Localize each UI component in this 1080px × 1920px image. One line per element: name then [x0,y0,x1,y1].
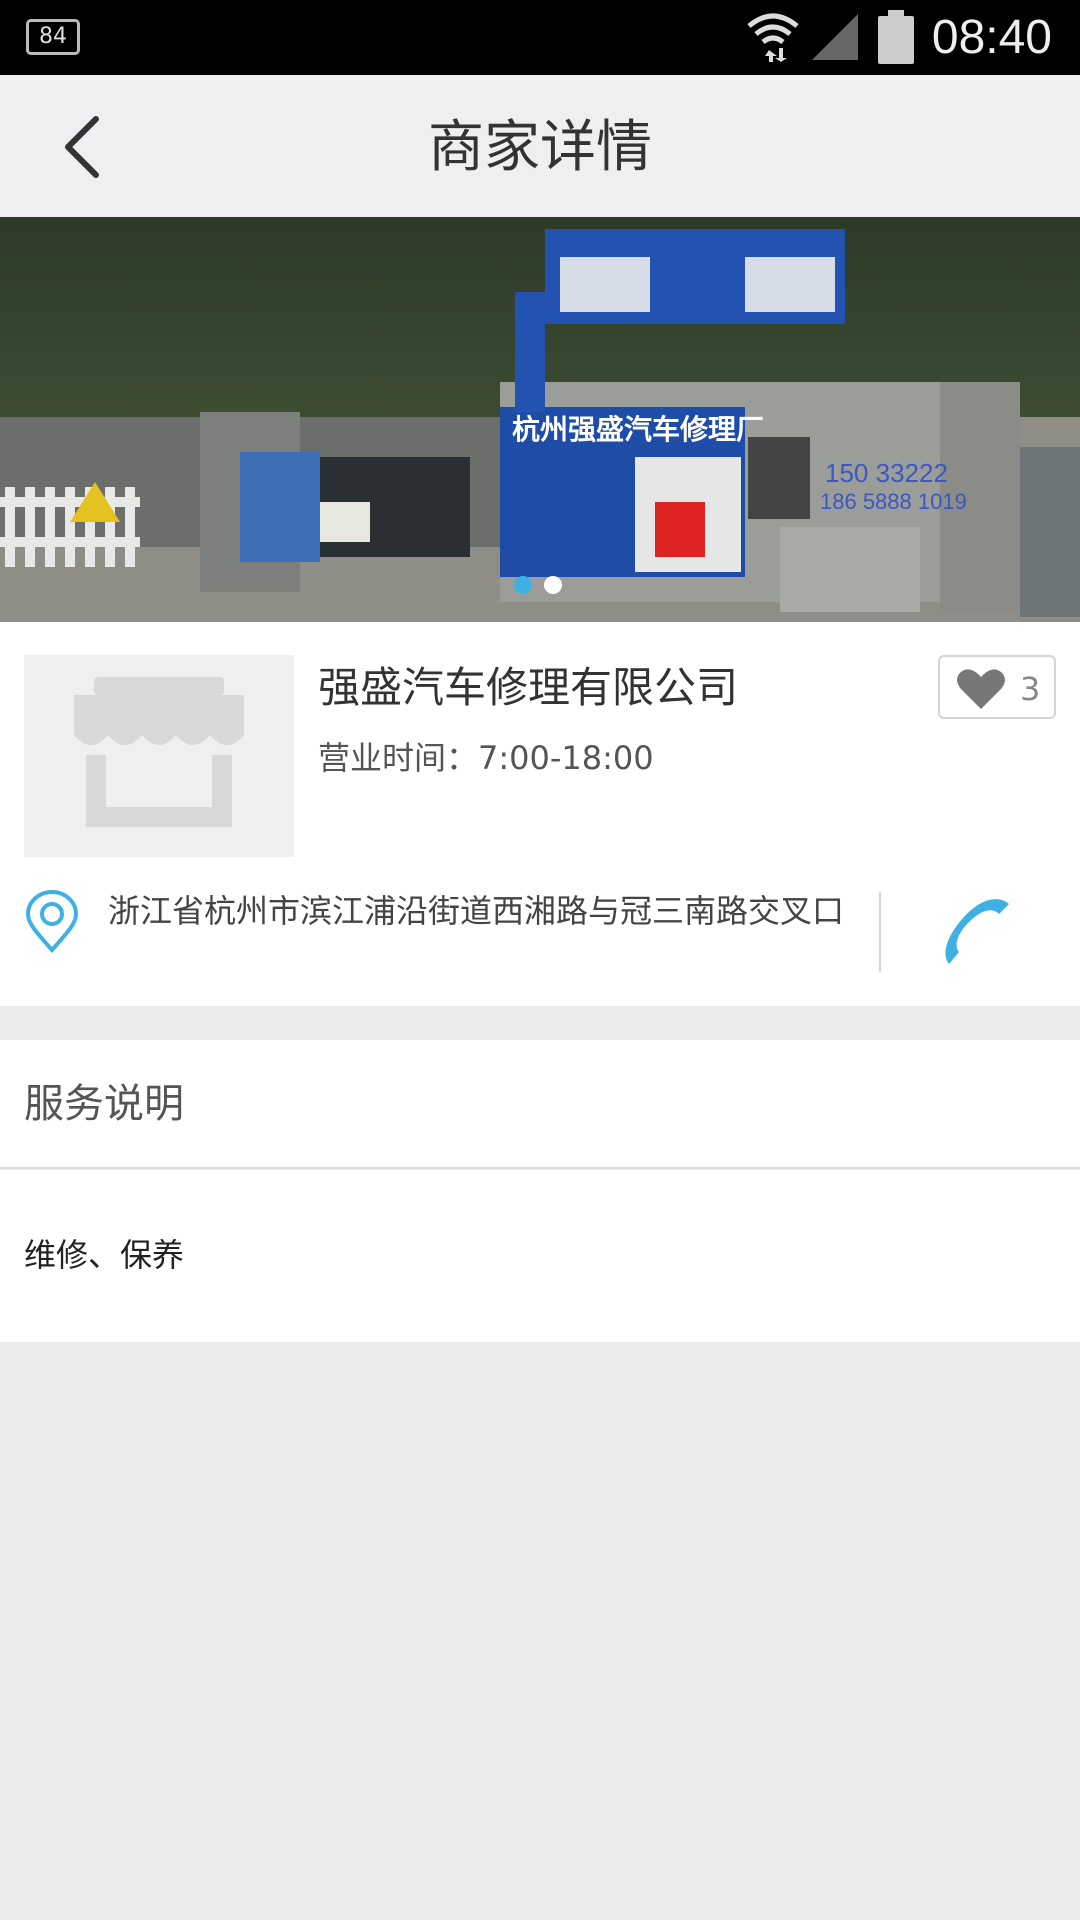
clock-time: 08:40 [931,11,1052,64]
shop-photo: 杭州强盛汽车修理厂 150 33222 186 5888 1019 [0,217,1080,622]
wifi-icon [747,13,799,62]
shop-sign-text: 杭州强盛汽车修理厂 [512,413,764,446]
location-pin-icon [25,890,79,954]
carousel-indicators [514,572,574,596]
notification-badge: 84 [26,19,80,55]
svg-text:186 5888 1019: 186 5888 1019 [820,489,967,514]
service-section-header: 服务说明 [0,1040,1080,1169]
service-section-title: 服务说明 [24,1081,184,1127]
carousel-dot[interactable] [544,576,562,594]
shop-info-card: 强盛汽车修理有限公司 营业时间：7:00-18:00 3 浙江省杭州市滨江浦沿街… [0,622,1080,1006]
shop-name: 强盛汽车修理有限公司 [318,663,739,712]
phone-call-button[interactable] [935,892,1025,982]
signal-icon [812,14,858,60]
banner-carousel[interactable]: 杭州强盛汽车修理厂 150 33222 186 5888 1019 [0,217,1080,622]
battery-icon [878,10,914,64]
status-bar: 84 08:40 [0,0,1080,75]
phone-icon [945,899,1009,964]
page-title: 商家详情 [428,115,652,180]
business-hours-value: 7:00-18:00 [478,739,654,777]
app-bar: 商家详情 [0,75,1080,217]
storefront-icon [74,677,244,827]
like-count: 3 [1020,670,1041,708]
like-button[interactable]: 3 [938,655,1056,719]
shop-thumbnail [24,655,294,857]
shop-address[interactable]: 浙江省杭州市滨江浦沿街道西湘路与冠三南路交叉口 [108,892,848,930]
svg-text:150 33222: 150 33222 [825,458,948,488]
heart-icon [957,669,1005,709]
service-section-body: 维修、保养 [0,1170,1080,1342]
business-hours-label: 营业时间： [318,739,479,777]
vertical-divider [879,892,881,972]
business-hours: 营业时间：7:00-18:00 [318,736,654,780]
carousel-dot-active[interactable] [514,576,532,594]
service-description: 维修、保养 [24,1236,185,1274]
